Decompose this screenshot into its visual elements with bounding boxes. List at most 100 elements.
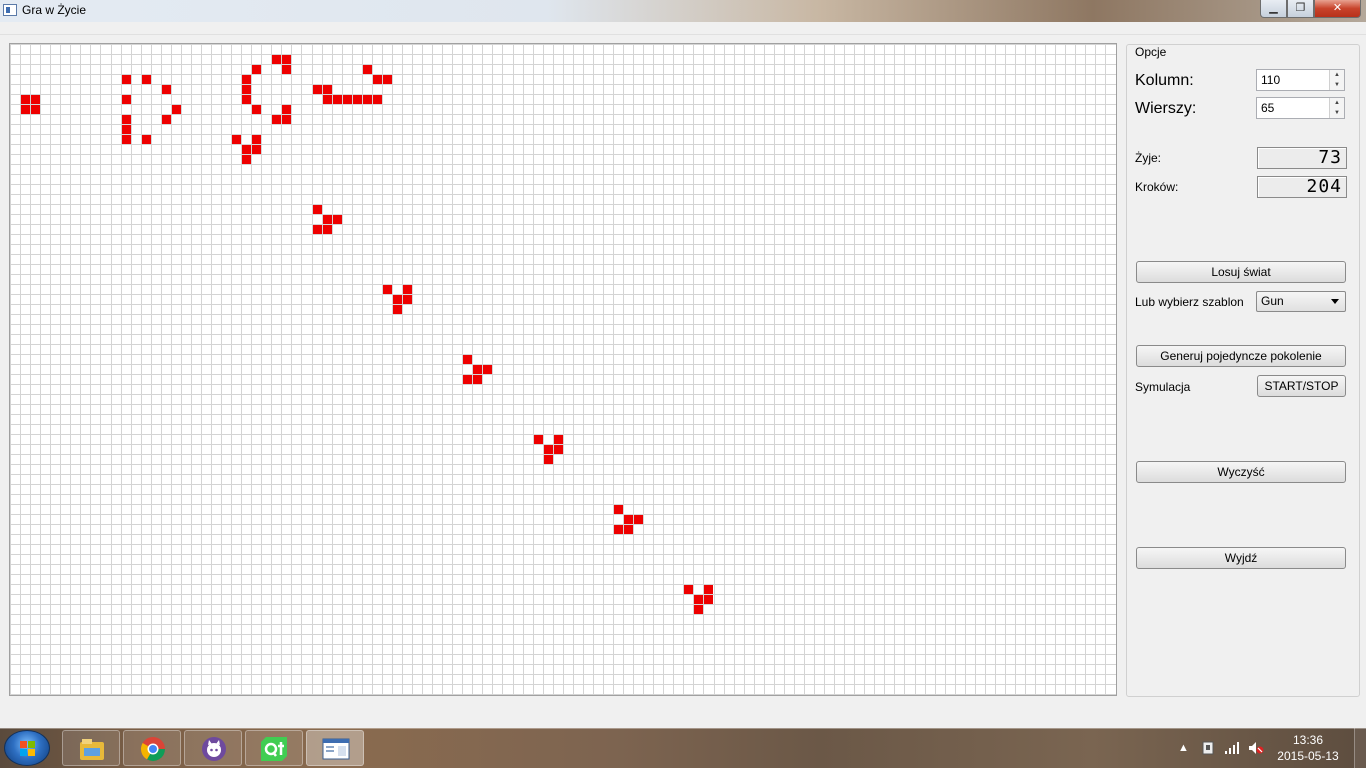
- live-cell[interactable]: [544, 455, 553, 464]
- live-cell[interactable]: [694, 605, 703, 614]
- live-cell[interactable]: [242, 75, 251, 84]
- spin-up-icon[interactable]: ▲: [1330, 70, 1344, 80]
- live-cell[interactable]: [122, 95, 131, 104]
- live-cell[interactable]: [393, 305, 402, 314]
- live-cell[interactable]: [242, 155, 251, 164]
- network-adapter-icon[interactable]: [1200, 740, 1216, 756]
- live-cell[interactable]: [463, 375, 472, 384]
- live-cell[interactable]: [333, 95, 342, 104]
- app-window-icon[interactable]: [3, 4, 17, 16]
- signal-strength-icon[interactable]: [1224, 740, 1240, 756]
- taskbar-explorer[interactable]: [62, 730, 120, 766]
- live-cell[interactable]: [313, 225, 322, 234]
- live-cell[interactable]: [473, 375, 482, 384]
- rows-spin-arrows[interactable]: ▲ ▼: [1329, 98, 1344, 118]
- live-cell[interactable]: [122, 115, 131, 124]
- taskbar-qt-creator[interactable]: [245, 730, 303, 766]
- live-cell[interactable]: [252, 145, 261, 154]
- rows-spinbox[interactable]: 65 ▲ ▼: [1256, 97, 1345, 119]
- live-cell[interactable]: [142, 75, 151, 84]
- start-stop-button[interactable]: START/STOP: [1257, 375, 1346, 397]
- live-cell[interactable]: [232, 135, 241, 144]
- live-cell[interactable]: [463, 355, 472, 364]
- spin-down-icon[interactable]: ▼: [1330, 108, 1344, 118]
- live-cell[interactable]: [383, 75, 392, 84]
- randomize-world-button[interactable]: Losuj świat: [1136, 261, 1346, 283]
- live-cell[interactable]: [282, 105, 291, 114]
- volume-muted-icon[interactable]: [1248, 740, 1264, 756]
- taskbar-chrome[interactable]: [123, 730, 181, 766]
- live-cell[interactable]: [544, 445, 553, 454]
- live-cell[interactable]: [21, 105, 30, 114]
- live-cell[interactable]: [373, 95, 382, 104]
- template-select[interactable]: Gun: [1256, 291, 1346, 312]
- live-cell[interactable]: [624, 515, 633, 524]
- live-cell[interactable]: [282, 115, 291, 124]
- exit-button[interactable]: Wyjdź: [1136, 547, 1346, 569]
- live-cell[interactable]: [252, 135, 261, 144]
- live-cell[interactable]: [323, 215, 332, 224]
- system-clock[interactable]: 13:36 2015-05-13: [1268, 732, 1348, 764]
- live-cell[interactable]: [694, 595, 703, 604]
- live-cell[interactable]: [272, 115, 281, 124]
- live-cell[interactable]: [313, 85, 322, 94]
- live-cell[interactable]: [122, 135, 131, 144]
- show-desktop-button[interactable]: [1354, 728, 1366, 768]
- live-cell[interactable]: [614, 525, 623, 534]
- live-cell[interactable]: [162, 85, 171, 94]
- live-cell[interactable]: [554, 435, 563, 444]
- live-cell[interactable]: [383, 285, 392, 294]
- live-cell[interactable]: [313, 205, 322, 214]
- tray-expand-icon[interactable]: ▲: [1178, 742, 1189, 754]
- live-cell[interactable]: [333, 215, 342, 224]
- spin-down-icon[interactable]: ▼: [1330, 80, 1344, 90]
- live-cell[interactable]: [534, 435, 543, 444]
- live-cell[interactable]: [684, 585, 693, 594]
- live-cell[interactable]: [21, 95, 30, 104]
- live-cell[interactable]: [31, 105, 40, 114]
- live-cell[interactable]: [624, 525, 633, 534]
- live-cell[interactable]: [282, 65, 291, 74]
- live-cell[interactable]: [704, 595, 713, 604]
- taskbar-github[interactable]: [184, 730, 242, 766]
- close-button[interactable]: ✕: [1314, 0, 1361, 18]
- live-cell[interactable]: [252, 65, 261, 74]
- live-cell[interactable]: [242, 85, 251, 94]
- live-cell[interactable]: [252, 105, 261, 114]
- clear-button[interactable]: Wyczyść: [1136, 461, 1346, 483]
- live-cell[interactable]: [634, 515, 643, 524]
- live-cell[interactable]: [323, 225, 332, 234]
- columns-spinbox[interactable]: 110 ▲ ▼: [1256, 69, 1345, 91]
- live-cell[interactable]: [704, 585, 713, 594]
- live-cell[interactable]: [393, 295, 402, 304]
- live-cell[interactable]: [473, 365, 482, 374]
- taskbar-game-of-life[interactable]: [306, 730, 364, 766]
- live-cell[interactable]: [282, 55, 291, 64]
- live-cell[interactable]: [31, 95, 40, 104]
- live-cell[interactable]: [122, 75, 131, 84]
- live-cell[interactable]: [242, 145, 251, 154]
- live-cell[interactable]: [614, 505, 623, 514]
- live-cell[interactable]: [272, 55, 281, 64]
- live-cell[interactable]: [403, 295, 412, 304]
- live-cell[interactable]: [403, 285, 412, 294]
- live-cell[interactable]: [363, 95, 372, 104]
- live-cell[interactable]: [142, 135, 151, 144]
- columns-spin-arrows[interactable]: ▲ ▼: [1329, 70, 1344, 90]
- live-cell[interactable]: [323, 95, 332, 104]
- live-cell[interactable]: [122, 125, 131, 134]
- start-button[interactable]: [4, 730, 50, 766]
- maximize-button[interactable]: ❐: [1287, 0, 1314, 18]
- life-grid[interactable]: [10, 44, 1116, 695]
- live-cell[interactable]: [483, 365, 492, 374]
- live-cell[interactable]: [373, 75, 382, 84]
- spin-up-icon[interactable]: ▲: [1330, 98, 1344, 108]
- minimize-button[interactable]: ▁: [1260, 0, 1287, 18]
- live-cell[interactable]: [343, 95, 352, 104]
- live-cell[interactable]: [363, 65, 372, 74]
- live-cell[interactable]: [242, 95, 251, 104]
- live-cell[interactable]: [172, 105, 181, 114]
- window-titlebar[interactable]: Gra w Życie ▁ ❐ ✕: [0, 0, 1366, 22]
- live-cell[interactable]: [162, 115, 171, 124]
- live-cell[interactable]: [353, 95, 362, 104]
